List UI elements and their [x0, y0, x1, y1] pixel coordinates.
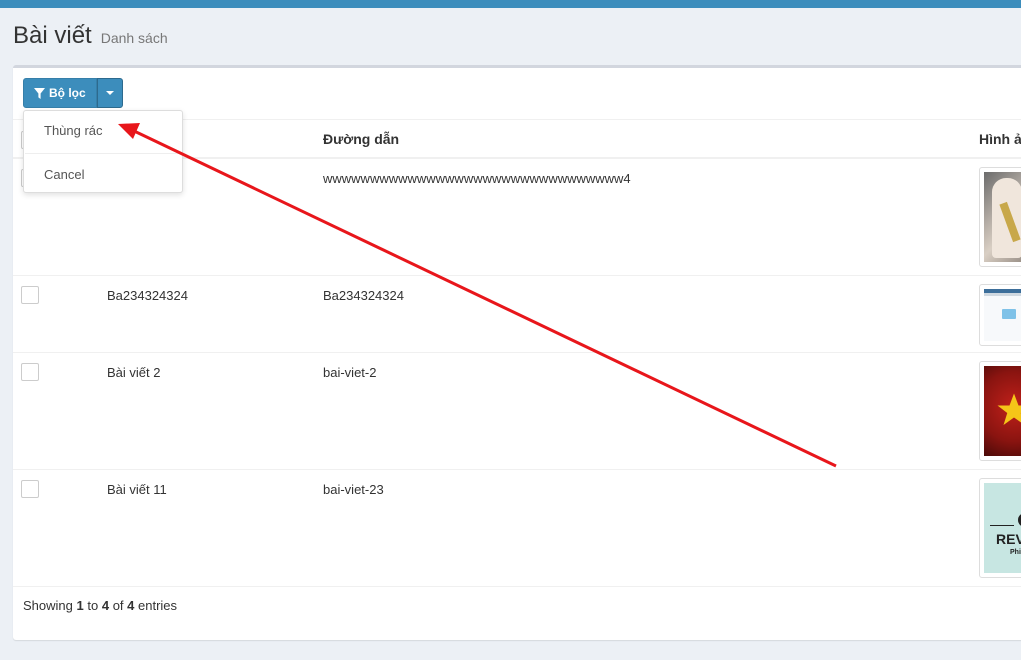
- review-subtext: Phi: [1010, 549, 1021, 556]
- row-slug: bai-viet-2: [323, 365, 377, 380]
- filter-button-label: Bộ lọc: [49, 86, 86, 100]
- dropdown-item-cancel[interactable]: Cancel: [44, 167, 84, 182]
- table-row: Ba234324324 Ba234324324: [13, 276, 1021, 353]
- row-thumbnail[interactable]: REV Phi: [979, 478, 1021, 578]
- review-text: REV: [996, 531, 1021, 547]
- filter-dropdown-menu: Thùng rác Cancel: [23, 110, 183, 193]
- row-slug: Ba234324324: [323, 288, 404, 303]
- screenshot-image: [984, 289, 1021, 341]
- column-header-slug[interactable]: Đường dẫn: [323, 131, 399, 147]
- row-checkbox[interactable]: [21, 286, 39, 304]
- page-subtitle: Danh sách: [100, 30, 168, 46]
- filter-dropdown-toggle[interactable]: [96, 78, 123, 108]
- row-thumbnail[interactable]: [979, 167, 1021, 267]
- dropdown-item-trash[interactable]: Thùng rác: [44, 123, 103, 138]
- page-header: Bài viết Danh sách: [13, 22, 168, 52]
- photo-image: [984, 172, 1021, 262]
- row-title: Bài viết 11: [107, 482, 167, 497]
- row-thumbnail[interactable]: [979, 361, 1021, 461]
- top-navbar: [0, 0, 1021, 8]
- row-checkbox[interactable]: [21, 363, 39, 381]
- content-box: Bộ lọc Thùng rác Cancel Đường dẫn Hình ả…: [13, 65, 1021, 640]
- row-title: Bài viết 2: [107, 365, 161, 380]
- star-icon: [997, 393, 1021, 425]
- row-slug: wwwwwwwwwwwwwwwwwwwwwwwwwwwwwwww4: [323, 171, 631, 186]
- table-row: Bài viết 2 bai-viet-2: [13, 353, 1021, 470]
- row-title: Ba234324324: [107, 288, 188, 303]
- row-slug: bai-viet-23: [323, 482, 384, 497]
- flag-image: [984, 366, 1021, 456]
- pagination-info: Showing 1 to 4 of 4 entries: [23, 598, 178, 613]
- page-title: Bài viết: [13, 22, 92, 49]
- filter-icon: [34, 87, 45, 99]
- table-row: Bài viết 11 bai-viet-23 REV Phi: [13, 470, 1021, 587]
- filter-button-group: Bộ lọc: [23, 78, 123, 108]
- row-thumbnail[interactable]: [979, 284, 1021, 346]
- dropdown-divider: [25, 153, 181, 154]
- caret-down-icon: [105, 91, 114, 95]
- column-header-image[interactable]: Hình ả: [979, 131, 1021, 147]
- filter-button[interactable]: Bộ lọc: [23, 78, 97, 108]
- review-image: REV Phi: [984, 483, 1021, 573]
- row-checkbox[interactable]: [21, 480, 39, 498]
